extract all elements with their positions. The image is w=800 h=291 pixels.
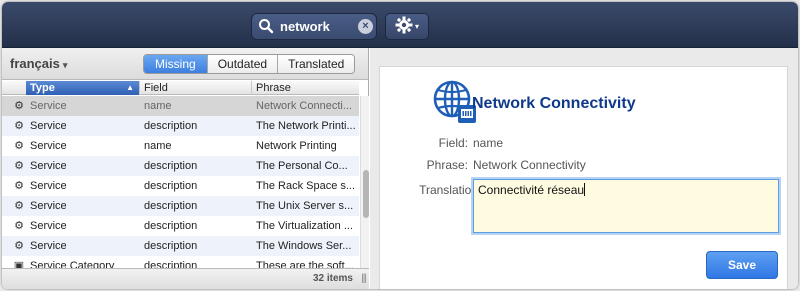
cell-phrase: The Unix Server s... [256,200,354,212]
cell-type: Service [30,180,67,192]
table-header: Type ▲ Field Phrase [2,81,359,95]
gear-icon [395,16,413,37]
cell-field: description [144,240,198,252]
vertical-scrollbar[interactable] [360,96,369,268]
column-header-type[interactable]: Type ▲ [26,81,140,95]
gears-icon: ⚙ [14,180,24,192]
clear-search-icon[interactable]: × [358,19,373,34]
translation-text: Connectivité réseau [478,183,585,197]
cell-type: Service [30,140,67,152]
filter-outdated[interactable]: Outdated [206,55,278,73]
save-button[interactable]: Save [706,251,778,279]
cell-phrase: The Virtualization ... [256,220,354,232]
gears-icon: ⚙ [14,100,24,112]
cell-field: description [144,220,198,232]
cell-field: description [144,160,198,172]
list-footer: 32 items ||| [2,268,369,289]
text-cursor [584,183,586,196]
cell-type: Service [30,220,67,232]
phrase-list-pane: français ▾ Missing Outdated Translated Ty… [2,48,369,289]
cell-phrase: These are the soft... [256,260,354,268]
cell-phrase: The Rack Space s... [256,180,356,192]
phrase-table-body: ⚙ Service name Network Connecti... ⚙ Ser… [2,96,359,268]
search-input[interactable] [278,19,354,34]
language-selector[interactable]: français ▾ [10,56,67,71]
cell-type: Service [30,160,67,172]
cell-phrase: The Windows Ser... [256,240,352,252]
table-row[interactable]: ⚙ Service description The Windows Ser... [2,236,359,256]
table-row[interactable]: ⚙ Service name Network Connecti... [2,96,359,116]
table-row[interactable]: ⚙ Service description The Unix Server s.… [2,196,359,216]
cell-type: Service [30,100,67,112]
filter-segmented-control: Missing Outdated Translated [143,54,356,74]
gears-icon: ⚙ [14,220,24,232]
cell-type: Service [30,200,67,212]
field-label: Field: [438,136,468,150]
phrase-label: Phrase: [426,158,468,172]
field-value: name [473,136,504,150]
search-icon [256,16,278,38]
item-count: 32 items [312,273,353,284]
language-bar: français ▾ Missing Outdated Translated [2,48,368,80]
column-header-phrase[interactable]: Phrase [252,81,359,95]
cell-phrase: The Personal Co... [256,160,348,172]
cell-field: name [144,140,172,152]
category-icon: ▣ [13,260,25,268]
table-row[interactable]: ⚙ Service name Network Printing [2,136,359,156]
cell-phrase: Network Printing [256,140,337,152]
gears-icon: ⚙ [14,120,24,132]
gears-icon: ⚙ [14,160,24,172]
language-label: français [10,56,60,71]
cell-type: Service [30,120,67,132]
cell-field: description [144,120,198,132]
gears-icon: ⚙ [14,240,24,252]
cell-field: name [144,100,172,112]
cell-field: description [144,180,198,192]
column-header-label: Type [30,82,55,94]
table-row[interactable]: ⚙ Service description The Personal Co... [2,156,359,176]
detail-title: Network Connectivity [472,95,636,112]
app-window: × ▾ français▾ Missing Outdated Translate… [2,2,798,289]
table-row[interactable]: ⚙ Service description The Network Printi… [2,116,359,136]
filter-translated[interactable]: Translated [277,55,355,73]
cell-field: description [144,200,198,212]
sort-ascending-icon: ▲ [126,83,134,92]
search-field[interactable]: × [251,13,377,40]
chevron-down-icon: ▾ [414,22,419,31]
table-row[interactable]: ⚙ Service description The Virtualization… [2,216,359,236]
toolbar: × ▾ [2,2,798,48]
settings-menu-button[interactable]: ▾ [385,13,429,40]
resize-grip-icon[interactable]: ||| [361,273,367,284]
cell-field: description [144,260,198,268]
scrollbar-thumb[interactable] [363,170,369,218]
translation-card: Network Connectivity Field: name Phrase:… [379,66,788,289]
cell-phrase: Network Connecti... [256,100,352,112]
table-row[interactable]: ▣ Service Category description These are… [2,256,359,268]
translation-label: Translation [419,183,478,197]
cell-type: Service [30,240,67,252]
gears-icon: ⚙ [14,200,24,212]
phrase-value: Network Connectivity [473,158,586,172]
translation-input[interactable]: Connectivité réseau [473,179,779,233]
filter-missing[interactable]: Missing [144,55,207,73]
gears-icon: ⚙ [14,140,24,152]
table-row[interactable]: ⚙ Service description The Rack Space s..… [2,176,359,196]
chevron-down-icon: ▾ [62,60,68,70]
cell-phrase: The Network Printi... [256,120,356,132]
cell-type: Service Category [30,260,115,268]
detail-pane: Network Connectivity Field: name Phrase:… [370,48,798,289]
column-header-field[interactable]: Field [140,81,252,95]
